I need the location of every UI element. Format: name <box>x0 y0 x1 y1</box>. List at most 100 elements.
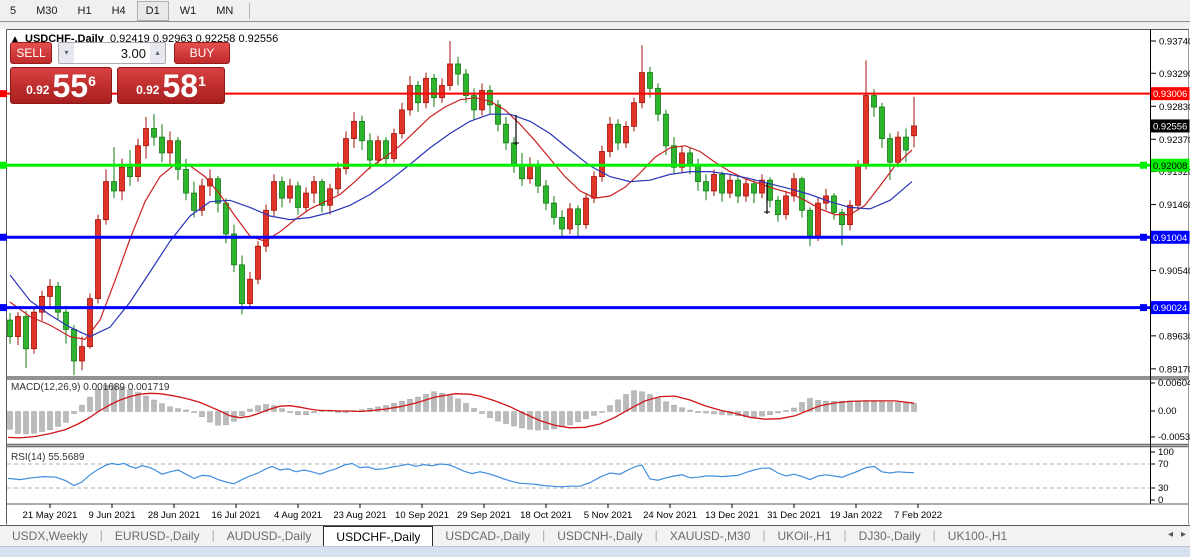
candle-body <box>615 123 621 144</box>
candle-body <box>783 195 789 216</box>
candle-body <box>423 77 429 104</box>
line-handle[interactable] <box>0 304 7 312</box>
date-tick-label: 7 Feb 2022 <box>894 510 942 521</box>
candle-body <box>703 181 709 192</box>
line-handle[interactable] <box>0 161 7 169</box>
chart-tab-usdcad-daily[interactable]: USDCAD-,Daily <box>433 526 542 547</box>
sell-price-prefix: 0.92 <box>26 83 50 97</box>
date-tick-label: 24 Nov 2021 <box>643 510 697 521</box>
candle-body <box>687 152 693 165</box>
volume-input[interactable] <box>74 43 150 63</box>
candle-body <box>191 192 197 211</box>
candle-body <box>311 181 317 194</box>
candle-body <box>159 136 165 154</box>
rsi-axis-label: 0 <box>1158 495 1163 506</box>
buy-price-prefix: 0.92 <box>136 83 160 97</box>
candle-body <box>647 72 653 89</box>
candle-body <box>695 163 701 183</box>
candle-body <box>135 145 141 177</box>
candle-body <box>87 298 93 348</box>
line-handle[interactable] <box>1140 304 1147 312</box>
chart-tab-dj30-daily[interactable]: DJ30-,Daily <box>847 526 933 547</box>
candle-body <box>287 185 293 199</box>
candle-body <box>295 185 301 208</box>
candle-body <box>127 166 133 177</box>
chart-tab-audusd-daily[interactable]: AUDUSD-,Daily <box>215 526 324 547</box>
price-tick-label: 0.90540 <box>1159 266 1190 277</box>
tab-scroll-buttons: ◂ ▸ <box>1168 529 1186 540</box>
timeframe-button-h1[interactable]: H1 <box>70 2 100 20</box>
candle-body <box>439 85 445 99</box>
candle-body <box>351 120 357 139</box>
chart-tab-eurusd-daily[interactable]: EURUSD-,Daily <box>103 526 212 547</box>
date-tick-label: 10 Sep 2021 <box>395 510 449 521</box>
status-strip <box>0 546 1190 557</box>
date-tick-label: 13 Dec 2021 <box>705 510 759 521</box>
line-price-badge-label: 0.93006 <box>1153 89 1187 100</box>
timeframe-button-w1[interactable]: W1 <box>172 2 205 20</box>
tab-scroll-left-icon[interactable]: ◂ <box>1168 529 1173 540</box>
price-tick-label: 0.93740 <box>1159 37 1190 48</box>
candle-body <box>855 165 861 206</box>
date-tick-label: 23 Aug 2021 <box>333 510 386 521</box>
rsi-axis-label: 70 <box>1158 459 1169 470</box>
candle-body <box>655 87 661 115</box>
buy-button[interactable]: BUY <box>174 42 230 64</box>
date-tick-label: 19 Jan 2022 <box>830 510 882 521</box>
sell-button[interactable]: SELL <box>10 42 52 64</box>
rsi-axis-label: 100 <box>1158 447 1174 458</box>
candle-body <box>79 346 85 362</box>
chart-tab-usdx-weekly[interactable]: USDX,Weekly <box>0 526 100 547</box>
sell-price-display[interactable]: 0.92 55 6 <box>10 67 112 104</box>
candle-body <box>367 140 373 161</box>
tab-scroll-right-icon[interactable]: ▸ <box>1181 529 1186 540</box>
date-tick-label: 5 Nov 2021 <box>584 510 633 521</box>
date-tick-label: 29 Sep 2021 <box>457 510 511 521</box>
candle-body <box>623 125 629 144</box>
timeframe-button-5[interactable]: 5 <box>2 2 24 20</box>
buy-price-big-digits: 58 <box>162 68 199 104</box>
timeframe-button-d1[interactable]: D1 <box>136 0 169 21</box>
chart-tab-bar: USDX,Weekly | EURUSD-,Daily | AUDUSD-,Daily U… <box>0 525 1190 547</box>
chart-tab-usdcnh-daily[interactable]: USDCNH-,Daily <box>545 526 654 547</box>
candle-body <box>903 136 909 151</box>
line-handle[interactable] <box>1140 161 1147 169</box>
candle-body <box>663 113 669 147</box>
candle-body <box>279 181 285 199</box>
date-tick-label: 31 Dec 2021 <box>767 510 821 521</box>
candle-body <box>335 168 341 190</box>
line-handle[interactable] <box>1140 233 1147 241</box>
candle-body <box>591 176 597 199</box>
timeframe-button-h4[interactable]: H4 <box>104 2 134 20</box>
line-handle[interactable] <box>0 233 7 241</box>
candle-body <box>887 138 893 163</box>
chart-tab-ukoil-h1[interactable]: UKOil-,H1 <box>766 526 844 547</box>
price-tick-label: 0.93290 <box>1159 69 1190 80</box>
candle-body <box>119 166 125 192</box>
line-handle[interactable] <box>0 90 7 98</box>
volume-decrease-button[interactable]: ▾ <box>59 43 74 63</box>
candle-body <box>359 120 365 142</box>
mt4-chart-window: 5 M30 H1 H4 D1 W1 MN 0.93740 0.93290 0.92830 0.92… <box>0 0 1190 557</box>
volume-stepper: ▾ ▴ <box>58 42 166 64</box>
candle-body <box>95 219 101 299</box>
volume-increase-button[interactable]: ▴ <box>150 43 165 63</box>
chart-tab-xauusd-m30[interactable]: XAUUSD-,M30 <box>658 526 763 547</box>
candle-body <box>511 142 517 167</box>
candle-body <box>535 163 541 187</box>
timeframe-button-mn[interactable]: MN <box>208 2 241 20</box>
candle-body <box>911 125 917 137</box>
chart-tab-uk100-h1[interactable]: UK100-,H1 <box>936 526 1019 547</box>
sell-price-big-digits: 55 <box>52 68 89 104</box>
date-tick-label: 16 Jul 2021 <box>211 510 260 521</box>
chart-tab-usdchf-daily[interactable]: USDCHF-,Daily <box>323 526 434 547</box>
candle-body <box>247 278 253 304</box>
buy-price-display[interactable]: 0.92 58 1 <box>117 67 225 104</box>
buy-price-pip-digit: 1 <box>198 73 206 89</box>
candle-body <box>895 136 901 163</box>
candle-body <box>223 202 229 235</box>
candle-body <box>167 140 173 154</box>
date-tick-label: 4 Aug 2021 <box>274 510 322 521</box>
macd-label: MACD(12,26,9) 0.001689 0.001719 <box>11 382 170 393</box>
timeframe-button-m30[interactable]: M30 <box>28 2 65 20</box>
